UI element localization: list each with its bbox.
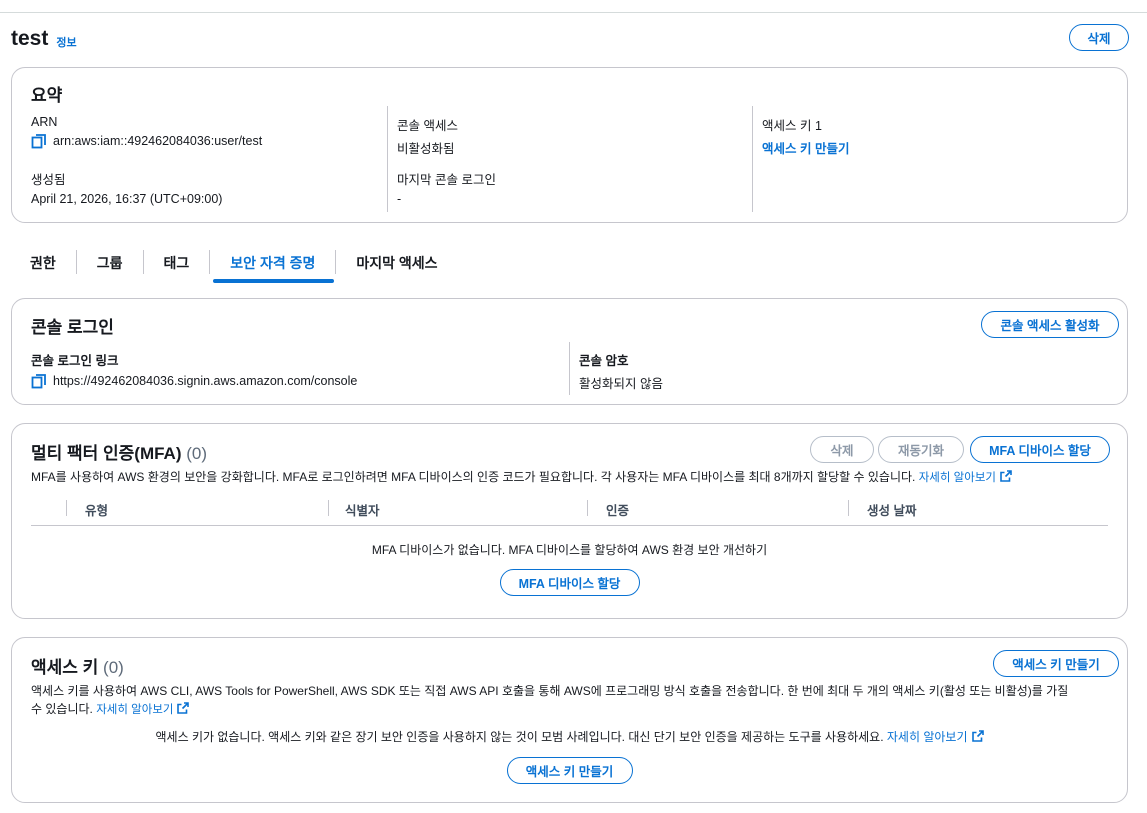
- tab-security-credentials[interactable]: 보안 자격 증명: [213, 244, 335, 284]
- create-access-key-empty-button[interactable]: 액세스 키 만들기: [506, 757, 633, 784]
- create-access-key-link[interactable]: 액세스 키 만들기: [762, 138, 849, 157]
- assign-mfa-empty-button[interactable]: MFA 디바이스 할당: [499, 569, 640, 596]
- tab-bar: 권한 그룹 태그 보안 자격 증명 마지막 액세스: [11, 244, 438, 284]
- info-link[interactable]: 정보: [56, 34, 76, 50]
- column-divider: [848, 500, 849, 516]
- column-header-created-date[interactable]: 생성 날짜: [867, 500, 916, 519]
- access-keys-description: 액세스 키를 사용하여 AWS CLI, AWS Tools for Power…: [31, 684, 1069, 716]
- column-divider: [569, 342, 570, 395]
- tab-last-accessed[interactable]: 마지막 액세스: [356, 244, 437, 284]
- console-link-value: https://492462084036.signin.aws.amazon.c…: [53, 374, 358, 388]
- console-access-field: 콘솔 액세스 비활성화됨: [397, 115, 458, 157]
- column-divider: [587, 500, 588, 516]
- column-header-certification[interactable]: 인증: [606, 500, 629, 519]
- access-keys-title: 액세스 키 (0): [31, 653, 124, 678]
- tab-divider: [335, 250, 337, 274]
- created-label: 생성됨: [31, 173, 66, 187]
- access-key-field: 액세스 키 1 액세스 키 만들기: [762, 115, 849, 157]
- mfa-empty-message: MFA 디바이스가 없습니다. MFA 디바이스를 할당하여 AWS 환경 보안…: [371, 543, 768, 557]
- console-password-field: 콘솔 암호 활성화되지 않음: [579, 350, 663, 392]
- arn-value: arn:aws:iam::492462084036:user/test: [53, 134, 263, 148]
- last-console-field: 마지막 콘솔 로그인 -: [397, 169, 496, 206]
- column-header-type[interactable]: 유형: [85, 500, 108, 519]
- console-password-label: 콘솔 암호: [579, 354, 629, 368]
- assign-mfa-button[interactable]: MFA 디바이스 할당: [970, 436, 1110, 463]
- mfa-description: MFA를 사용하여 AWS 환경의 보안을 강화합니다. MFA로 로그인하려면…: [31, 468, 1115, 487]
- console-signin-title: 콘솔 로그인: [31, 318, 114, 337]
- mfa-title: 멀티 팩터 인증(MFA) (0): [31, 439, 207, 464]
- console-access-label: 콘솔 액세스: [397, 119, 458, 133]
- tab-tags[interactable]: 태그: [164, 244, 190, 284]
- tab-permissions[interactable]: 권한: [30, 244, 56, 284]
- mfa-delete-button[interactable]: 삭제: [810, 436, 874, 463]
- access-key-label: 액세스 키 1: [762, 119, 822, 133]
- access-keys-title-text: 액세스 키: [31, 658, 99, 677]
- create-access-key-button[interactable]: 액세스 키 만들기: [993, 650, 1119, 677]
- access-keys-panel: 액세스 키 (0) 액세스 키 만들기 액세스 키를 사용하여 AWS CLI,…: [11, 637, 1128, 803]
- console-access-value: 비활성화됨: [397, 142, 455, 156]
- enable-console-access-button[interactable]: 콘솔 액세스 활성화: [981, 311, 1119, 338]
- console-link-field: 콘솔 로그인 링크 https://492462084036.signin.aw…: [31, 350, 357, 389]
- access-keys-empty-message: 액세스 키가 없습니다. 액세스 키와 같은 장기 보안 인증을 사용하지 않는…: [12, 728, 1127, 745]
- column-divider: [66, 500, 67, 516]
- summary-panel: 요약 ARN arn:aws:iam::492462084036:user/te…: [11, 67, 1128, 223]
- mfa-learn-more-link[interactable]: 자세히 알아보기: [919, 472, 996, 484]
- mfa-table-header: 유형 식별자 인증 생성 날짜: [31, 496, 1108, 526]
- arn-label: ARN: [31, 115, 58, 129]
- arn-field: ARN arn:aws:iam::492462084036:user/test: [31, 115, 262, 149]
- external-link-icon: [177, 702, 190, 714]
- column-divider: [752, 106, 753, 212]
- page-header: test 정보 삭제: [11, 24, 1129, 54]
- console-link-label: 콘솔 로그인 링크: [31, 354, 119, 368]
- last-console-value: -: [397, 192, 402, 206]
- mfa-count: (0): [186, 444, 208, 463]
- column-header-identifier[interactable]: 식별자: [345, 500, 380, 519]
- external-link-icon: [1000, 470, 1012, 482]
- delete-user-button[interactable]: 삭제: [1069, 24, 1129, 51]
- console-signin-panel: 콘솔 로그인 콘솔 액세스 활성화 콘솔 로그인 링크 https://4924…: [11, 298, 1128, 405]
- tab-divider: [209, 250, 211, 274]
- last-console-label: 마지막 콘솔 로그인: [397, 173, 496, 187]
- copy-icon[interactable]: [31, 373, 47, 389]
- mfa-title-text: 멀티 팩터 인증(MFA): [31, 444, 182, 463]
- summary-title: 요약: [31, 86, 63, 105]
- mfa-panel: 멀티 팩터 인증(MFA) (0) 삭제 재동기화 MFA 디바이스 할당 MF…: [11, 423, 1128, 619]
- column-divider: [387, 106, 388, 212]
- created-field: 생성됨 April 21, 2026, 16:37 (UTC+09:00): [31, 169, 222, 206]
- tab-divider: [75, 250, 77, 274]
- access-keys-count: (0): [103, 658, 124, 677]
- console-password-value: 활성화되지 않음: [579, 377, 663, 391]
- mfa-resync-button[interactable]: 재동기화: [878, 436, 964, 463]
- external-link-icon: [971, 730, 984, 742]
- access-keys-learn-more-link[interactable]: 자세히 알아보기: [96, 704, 173, 716]
- created-value: April 21, 2026, 16:37 (UTC+09:00): [31, 192, 223, 206]
- top-divider: [0, 12, 1147, 13]
- access-keys-empty-learn-more-link[interactable]: 자세히 알아보기: [887, 730, 968, 744]
- tab-divider: [142, 250, 144, 274]
- page-title: test: [11, 27, 49, 50]
- tab-groups[interactable]: 그룹: [97, 244, 123, 284]
- copy-icon[interactable]: [31, 133, 47, 149]
- column-divider: [328, 500, 329, 516]
